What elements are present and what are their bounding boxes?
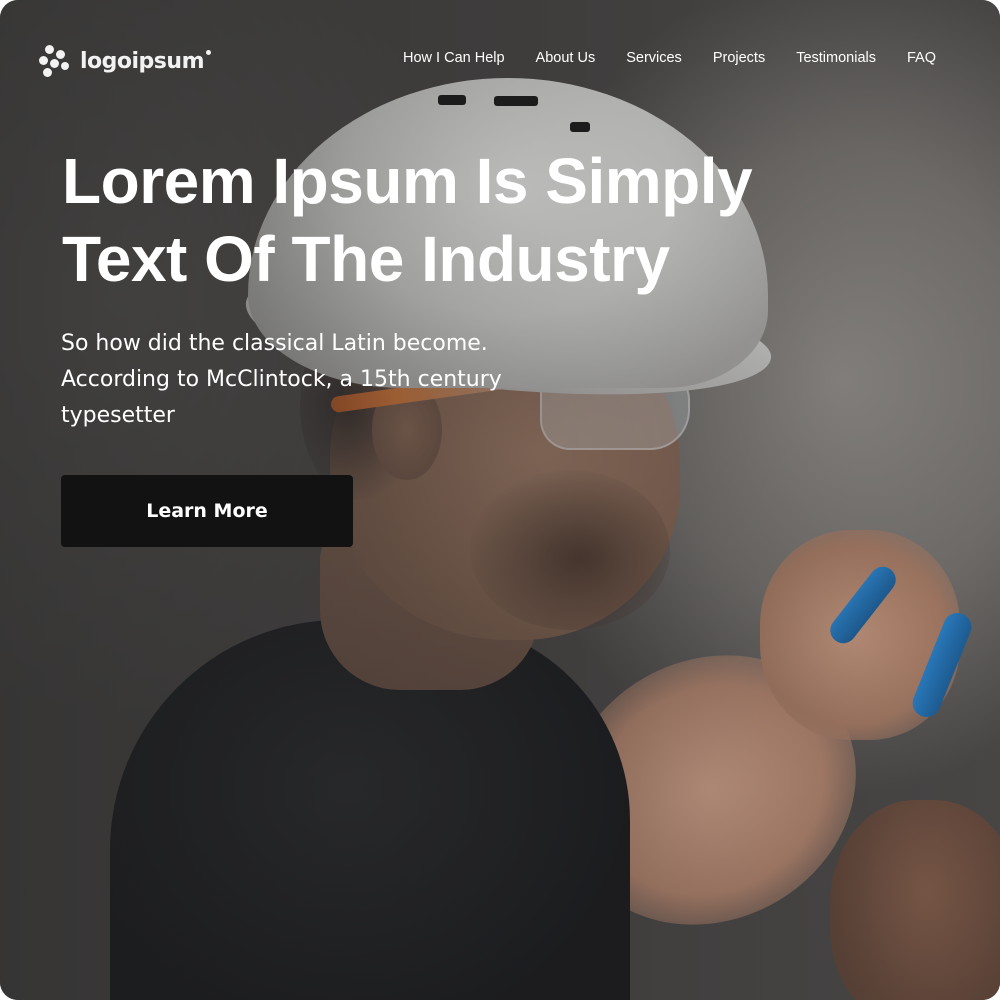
main-nav: How I Can Help About Us Services Project… <box>403 49 936 67</box>
hero-section: logoipsum How I Can Help About Us Servic… <box>0 0 1000 1000</box>
hero-subtext-line-3: typesetter <box>61 403 175 428</box>
hero-headline-line-1: Lorem Ipsum Is Simply <box>62 145 753 217</box>
nav-item-testimonials[interactable]: Testimonials <box>796 49 876 67</box>
logo-registered-dot <box>206 50 211 55</box>
nav-item-services[interactable]: Services <box>626 49 682 67</box>
logo-mark-icon <box>39 45 69 77</box>
learn-more-button[interactable]: Learn More <box>61 475 353 547</box>
hero-subtext: So how did the classical Latin become. A… <box>61 326 581 434</box>
nav-item-projects[interactable]: Projects <box>713 49 765 67</box>
hero-subtext-line-1: So how did the classical Latin become. <box>61 331 488 356</box>
logo[interactable]: logoipsum <box>36 44 211 78</box>
hero-headline-line-2: Text Of The Industry <box>62 223 670 295</box>
hero-headline: Lorem Ipsum Is Simply Text Of The Indust… <box>62 142 882 298</box>
nav-item-faq[interactable]: FAQ <box>907 49 936 67</box>
nav-item-about-us[interactable]: About Us <box>536 49 596 67</box>
logo-text: logoipsum <box>80 48 205 74</box>
nav-item-how-i-can-help[interactable]: How I Can Help <box>403 49 505 67</box>
hero-subtext-line-2: According to McClintock, a 15th century <box>61 367 502 392</box>
